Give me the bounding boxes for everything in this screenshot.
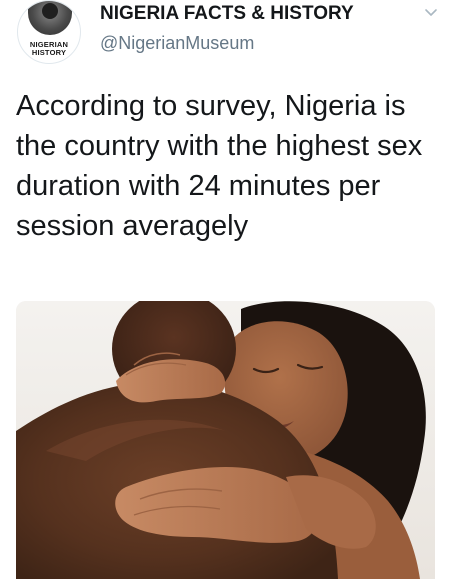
chevron-down-icon[interactable] [423,5,439,21]
account-name[interactable]: NIGERIA FACTS & HISTORY [100,3,354,25]
avatar-label-line2: HISTORY [31,48,67,57]
tweet-card: NIGERIAN HISTORY NIGERIA FACTS & HISTORY… [0,0,450,579]
avatar-photo [28,1,72,35]
tweet-text: According to survey, Nigeria is the coun… [16,90,423,242]
tweet-media-image[interactable] [16,301,435,579]
avatar[interactable]: NIGERIAN HISTORY [17,0,81,64]
account-handle[interactable]: @NigerianMuseum [100,33,254,54]
avatar-label: NIGERIAN HISTORY [18,41,80,57]
